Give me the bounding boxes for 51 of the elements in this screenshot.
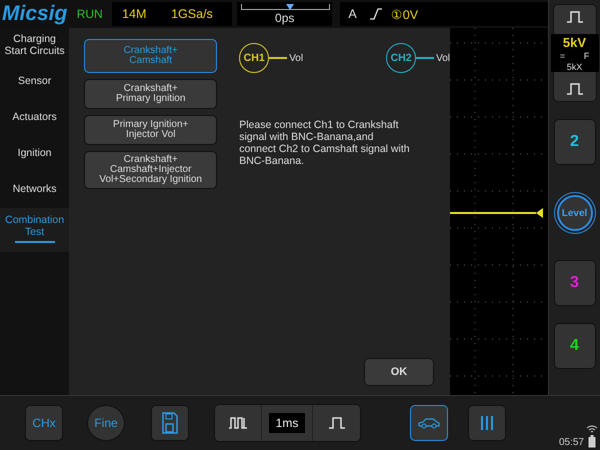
wifi-icon	[586, 425, 598, 434]
instruction-text: Please connect Ch1 to Crankshaft signal with BNC-Banana,and connect Ch2 to Camshaft signal with BNC-Banana.	[239, 119, 411, 168]
test-button[interactable]: Crankshaft+ Camshaft+Injector Vol+Secondary Ignition	[84, 151, 218, 189]
timebase-display[interactable]: 1ms	[268, 413, 306, 433]
sample-rate: 1GSa/s	[171, 7, 213, 21]
automotive-button[interactable]	[410, 405, 448, 441]
test-button[interactable]: Crankshaft+ Primary Ignition	[84, 79, 218, 109]
save-icon	[162, 412, 178, 434]
level-button[interactable]: Level	[556, 195, 592, 231]
bandwidth-label: F	[582, 50, 590, 60]
time-offset: 0ps	[275, 11, 294, 25]
run-stop-button[interactable]	[468, 405, 506, 441]
signal-label: Vol	[289, 52, 304, 64]
category-item[interactable]: Combination Test	[0, 208, 70, 252]
pulse-icon	[328, 417, 346, 429]
pulse-train-icon	[228, 417, 248, 429]
probe-ratio: 5kX	[566, 62, 584, 72]
test-button[interactable]: Primary Ignition+ Injector Vol	[84, 115, 218, 145]
ok-button[interactable]: OK	[364, 358, 434, 386]
memory-depth: 14M	[122, 7, 148, 21]
pulse-icon	[566, 11, 584, 23]
coupling-label: =	[558, 50, 566, 60]
channel-connector: CH2	[386, 43, 416, 73]
channel-select-button[interactable]: CHx	[25, 405, 63, 441]
car-icon	[417, 417, 441, 429]
run-state: RUN	[76, 7, 104, 21]
save-button[interactable]	[151, 405, 189, 441]
category-item[interactable]: Actuators	[0, 100, 70, 136]
category-item[interactable]: Ignition	[0, 136, 70, 172]
pulse-icon	[566, 83, 584, 95]
category-item[interactable]: Charging Start Circuits	[0, 28, 70, 64]
clock: 05:57	[558, 437, 584, 448]
brand-logo: Micsig	[2, 2, 68, 26]
signal-label: Vol	[436, 52, 450, 64]
fine-button[interactable]: Fine	[87, 405, 125, 441]
trigger-panel[interactable]: A ①0V	[340, 2, 548, 26]
time-offset-panel[interactable]: 0ps	[237, 2, 332, 26]
category-item[interactable]: Sensor	[0, 64, 70, 100]
trigger-level: ①0V	[390, 6, 418, 22]
rising-edge-icon	[368, 8, 383, 20]
test-button[interactable]: Crankshaft+ Camshaft	[84, 39, 218, 73]
category-item[interactable]: Networks	[0, 172, 70, 208]
volt-scale: 5kV	[562, 34, 588, 50]
channel-connector: CH1	[239, 43, 270, 73]
trigger-marker-icon[interactable]	[536, 208, 543, 218]
channel-button[interactable]: 4	[554, 323, 596, 369]
bars-icon	[480, 415, 494, 431]
trigger-source: A	[348, 7, 357, 21]
battery-icon	[588, 435, 596, 448]
ch1-button[interactable]: 5kV = F 5kX	[552, 4, 596, 102]
channel-button[interactable]: 2	[554, 119, 596, 165]
